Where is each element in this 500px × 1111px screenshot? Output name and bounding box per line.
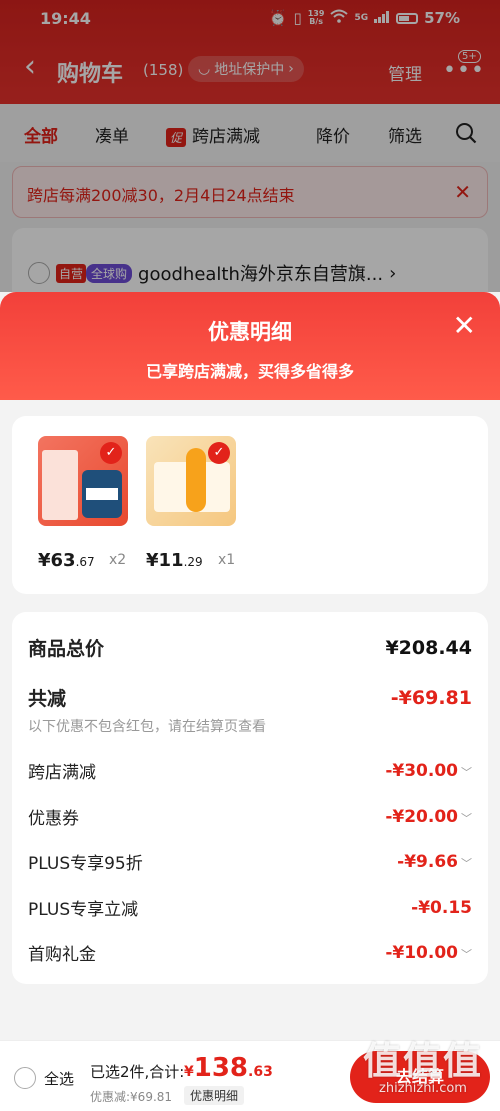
discount-label: PLUS专享95折 bbox=[28, 854, 143, 874]
chevron-down-icon: ﹀ bbox=[461, 811, 472, 825]
chevron-down-icon: ﹀ bbox=[461, 947, 472, 961]
total-reduce-label: 共减 bbox=[28, 688, 67, 710]
product-card: ✓ ¥63.67 x2 ✓ ¥11.29 x1 bbox=[12, 416, 488, 594]
selected-count: 已选2件,合计: bbox=[90, 1063, 185, 1081]
discount-label: 首购礼金 bbox=[28, 945, 96, 965]
product-qty: x1 bbox=[218, 552, 236, 568]
discount-summary: 优惠减:¥69.81 bbox=[90, 1090, 173, 1104]
discount-value: -¥0.15 bbox=[411, 897, 472, 918]
discount-note: 以下优惠不包含红包，请在结算页查看 bbox=[28, 719, 266, 735]
discount-label: 优惠券 bbox=[28, 809, 79, 829]
select-all-checkbox[interactable] bbox=[14, 1067, 36, 1089]
discount-detail-sheet: 优惠明细 已享跨店满减，买得多省得多 ✕ ✓ ¥63.67 x2 ✓ ¥11.2… bbox=[0, 292, 500, 1111]
discount-row[interactable]: 优惠券 -¥20.00 ﹀ bbox=[28, 804, 472, 830]
modal-backdrop[interactable] bbox=[0, 0, 500, 292]
total-amount: ¥138.63 bbox=[184, 1053, 273, 1083]
product-qty: x2 bbox=[109, 552, 127, 568]
discount-row[interactable]: PLUS专享95折 -¥9.66 ﹀ bbox=[28, 849, 472, 875]
product-price: ¥11.29 bbox=[146, 550, 203, 571]
product-image: ✓ bbox=[146, 436, 236, 526]
discount-value: -¥30.00 bbox=[385, 760, 458, 781]
close-icon[interactable]: ✕ bbox=[453, 312, 476, 340]
product-price: ¥63.67 bbox=[38, 550, 95, 571]
select-all-label[interactable]: 全选 bbox=[44, 1068, 74, 1089]
product-item[interactable]: ✓ bbox=[38, 436, 130, 526]
discount-value: -¥10.00 bbox=[385, 942, 458, 963]
chevron-down-icon: ﹀ bbox=[461, 765, 472, 779]
check-icon: ✓ bbox=[100, 442, 122, 464]
total-price-label: 商品总价 bbox=[28, 638, 105, 660]
total-price-row: 商品总价 ¥208.44 bbox=[28, 634, 472, 661]
discount-label: 跨店满减 bbox=[28, 763, 96, 783]
sheet-title: 优惠明细 bbox=[208, 320, 292, 344]
product-image: ✓ bbox=[38, 436, 128, 526]
total-reduce-value: -¥69.81 bbox=[390, 686, 472, 709]
check-icon: ✓ bbox=[208, 442, 230, 464]
discount-row: PLUS专享立减 -¥0.15 bbox=[28, 895, 472, 921]
total-reduce-row: 共减 -¥69.81 bbox=[28, 684, 472, 711]
total-price-value: ¥208.44 bbox=[385, 636, 472, 659]
discount-value: -¥9.66 bbox=[397, 851, 458, 872]
discount-label: PLUS专享立减 bbox=[28, 900, 139, 920]
product-item[interactable]: ✓ bbox=[146, 436, 238, 526]
sheet-header: 优惠明细 已享跨店满减，买得多省得多 ✕ bbox=[0, 292, 500, 400]
checkout-bar: 全选 已选2件,合计: ¥138.63 优惠减:¥69.81 优惠明细 去结算 bbox=[0, 1040, 500, 1111]
discount-value: -¥20.00 bbox=[385, 806, 458, 827]
discount-row[interactable]: 首购礼金 -¥10.00 ﹀ bbox=[28, 940, 472, 966]
discount-detail-button[interactable]: 优惠明细 bbox=[184, 1086, 245, 1105]
chevron-down-icon: ﹀ bbox=[461, 856, 472, 870]
checkout-button[interactable]: 去结算 bbox=[350, 1051, 490, 1103]
discount-row[interactable]: 跨店满减 -¥30.00 ﹀ bbox=[28, 758, 472, 784]
price-summary-card: 商品总价 ¥208.44 共减 -¥69.81 以下优惠不包含红包，请在结算页查… bbox=[12, 612, 488, 984]
sheet-subtitle: 已享跨店满减，买得多省得多 bbox=[145, 362, 354, 381]
